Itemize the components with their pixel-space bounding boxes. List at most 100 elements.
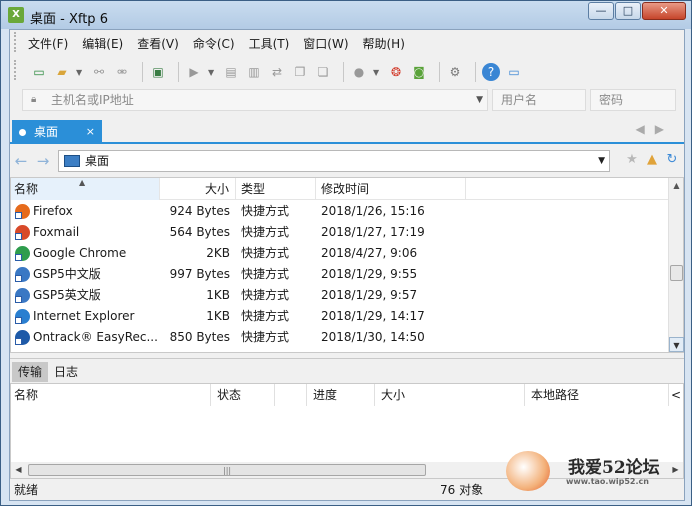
shortcut-arrow-icon	[15, 338, 22, 345]
table-row[interactable]: Internet Explorer 1KB 快捷方式 2018/1/29, 14:17	[11, 306, 669, 327]
title-bar[interactable]: X 桌面 - Xftp 6 — □ ✕	[1, 1, 691, 29]
transfer-column-blank[interactable]	[275, 384, 307, 406]
minimize-button[interactable]: —	[588, 2, 614, 20]
table-row[interactable]: Ontrack® EasyRec... 850 Bytes 快捷方式 2018/1/3…	[11, 327, 669, 348]
transfer-dropdown-icon[interactable]: ▼	[208, 68, 216, 77]
settings-icon[interactable]: ⚙	[446, 63, 464, 81]
tab-scroll-arrows-icon[interactable]: ◀▶	[636, 122, 674, 136]
transfer-icon[interactable]: ▶	[185, 63, 203, 81]
parent-folder-icon[interactable]: ▲	[642, 152, 662, 167]
xftp-icon[interactable]: ◙	[410, 63, 428, 81]
transfer-column-local-path[interactable]: 本地路径	[525, 384, 669, 406]
transfer-column-more[interactable]: <	[669, 384, 683, 406]
open-dropdown-icon[interactable]: ▼	[76, 68, 84, 77]
cell-type: 快捷方式	[241, 309, 290, 323]
transfer-column-progress[interactable]: 进度	[307, 384, 375, 406]
password-input[interactable]: 密码	[590, 89, 676, 111]
column-type[interactable]: 类型	[236, 178, 316, 200]
help-icon[interactable]: ?	[482, 63, 500, 81]
transfer-column-name[interactable]: 名称	[11, 384, 211, 406]
shortcut-file-icon	[15, 204, 30, 219]
menu-grip[interactable]	[14, 32, 18, 52]
menu-view[interactable]: 查看(V)	[137, 35, 179, 52]
column-modified[interactable]: 修改时间	[316, 178, 466, 200]
shortcut-arrow-icon	[15, 317, 22, 324]
tab-desktop[interactable]: 桌面 ×	[12, 120, 102, 144]
path-tools: ★ ▲ ↻	[622, 152, 682, 167]
disconnect-icon[interactable]: ⚮	[113, 63, 131, 81]
page-copy-icon[interactable]: ▤	[222, 63, 240, 81]
column-name[interactable]: ▲ 名称	[11, 178, 160, 200]
file-list: ▲ 名称 大小 类型 修改时间 Firefox 924 Bytes 快捷方式 2018…	[10, 177, 684, 353]
shortcut-file-icon	[15, 225, 30, 240]
file-list-scrollbar[interactable]: ▲ ▼	[668, 178, 684, 352]
sync-icon[interactable]: ⇄	[268, 63, 286, 81]
toolbar-grip[interactable]	[14, 60, 18, 80]
open-folder-icon[interactable]: ▰	[53, 63, 71, 81]
new-session-icon[interactable]: ▭	[30, 63, 48, 81]
shortcut-arrow-icon	[15, 212, 22, 219]
table-row[interactable]: GSP5英文版 1KB 快捷方式 2018/1/29, 9:57	[11, 285, 669, 306]
back-arrow-icon[interactable]: ←	[10, 152, 32, 170]
maximize-button[interactable]: □	[615, 2, 641, 20]
hscroll-thumb[interactable]: |||	[28, 464, 426, 476]
tab-close-icon[interactable]: ×	[86, 120, 95, 144]
table-row[interactable]: Google Chrome 2KB 快捷方式 2018/4/27, 9:06	[11, 243, 669, 264]
host-placeholder: 主机名或IP地址	[51, 93, 134, 107]
scroll-left-icon[interactable]: ◀	[11, 462, 26, 478]
scroll-up-icon[interactable]: ▲	[669, 178, 684, 193]
cell-name: Internet Explorer	[33, 309, 135, 323]
menu-command[interactable]: 命令(C)	[193, 35, 235, 52]
cell-type: 快捷方式	[241, 330, 290, 344]
refresh-icon[interactable]: ↻	[662, 152, 682, 167]
connect-icon[interactable]: ⚯	[90, 63, 108, 81]
scroll-thumb[interactable]	[670, 265, 683, 281]
cell-size: 2KB	[206, 246, 230, 260]
cell-modified: 2018/1/26, 15:16	[321, 204, 425, 218]
username-input[interactable]: 用户名	[492, 89, 586, 111]
menu-help[interactable]: 帮助(H)	[363, 35, 405, 52]
bookmark-star-icon[interactable]: ★	[622, 152, 642, 167]
status-dropdown-icon[interactable]: ▼	[373, 68, 381, 77]
toolbar-separator	[178, 62, 179, 82]
transfer-column-size[interactable]: 大小	[375, 384, 525, 406]
table-row[interactable]: Foxmail 564 Bytes 快捷方式 2018/1/27, 17:19	[11, 222, 669, 243]
table-row[interactable]: Firefox 924 Bytes 快捷方式 2018/1/26, 15:16	[11, 201, 669, 222]
scroll-down-icon[interactable]: ▼	[669, 337, 684, 352]
status-icon[interactable]: ●	[350, 63, 368, 81]
menu-edit[interactable]: 编辑(E)	[82, 35, 123, 52]
column-size-label: 大小	[204, 182, 229, 196]
host-dropdown-icon[interactable]: ▼	[476, 90, 483, 110]
path-dropdown-icon[interactable]: ▼	[598, 151, 605, 171]
shortcut-file-icon	[15, 309, 30, 324]
cell-size: 850 Bytes	[169, 330, 230, 344]
shortcut-file-icon	[15, 246, 30, 261]
new-window-icon[interactable]: ▣	[149, 63, 167, 81]
column-size[interactable]: 大小	[160, 178, 236, 200]
xshell-icon[interactable]: ❂	[387, 63, 405, 81]
toolbar-separator	[475, 62, 476, 82]
path-input[interactable]: 桌面 ▼	[58, 150, 610, 172]
close-button[interactable]: ✕	[642, 2, 686, 20]
paste-icon[interactable]: ❏	[314, 63, 332, 81]
page-paste-icon[interactable]: ▥	[245, 63, 263, 81]
menu-bar: 文件(F) 编辑(E) 查看(V) 命令(C) 工具(T) 窗口(W) 帮助(H…	[10, 30, 684, 56]
menu-window[interactable]: 窗口(W)	[303, 35, 348, 52]
menu-tools[interactable]: 工具(T)	[249, 35, 290, 52]
sort-ascending-icon: ▲	[79, 178, 86, 187]
menu-file[interactable]: 文件(F)	[28, 35, 68, 52]
path-text: 桌面	[85, 154, 110, 168]
tab-transfer[interactable]: 传输	[12, 362, 49, 382]
copy-icon[interactable]: ❐	[291, 63, 309, 81]
forward-arrow-icon[interactable]: →	[32, 152, 54, 170]
column-type-label: 类型	[241, 182, 266, 196]
chat-icon[interactable]: ▭	[505, 63, 523, 81]
table-row[interactable]: GSP5中文版 997 Bytes 快捷方式 2018/1/29, 9:55	[11, 264, 669, 285]
cell-size: 1KB	[206, 309, 230, 323]
path-bar: ← → 桌面 ▼ ★ ▲ ↻	[10, 148, 684, 174]
tab-log[interactable]: 日志	[48, 362, 84, 382]
host-input[interactable]: 🔒︎ 主机名或IP地址 ▼	[22, 89, 488, 111]
transfer-column-status[interactable]: 状态	[211, 384, 275, 406]
cell-size: 997 Bytes	[169, 267, 230, 281]
caption-buttons: — □ ✕	[587, 2, 686, 20]
